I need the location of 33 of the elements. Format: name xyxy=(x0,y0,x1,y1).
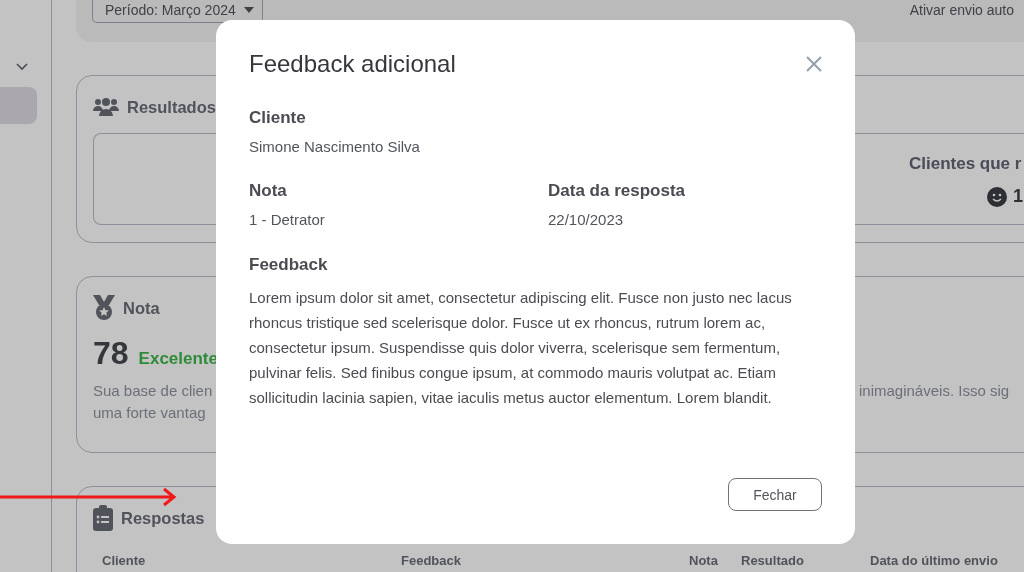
column-header: Feedback xyxy=(401,553,462,568)
metric-value: 1 xyxy=(1013,186,1023,207)
caret-icon xyxy=(243,7,254,13)
description-text: Sua base de clien xyxy=(93,382,213,399)
close-icon[interactable] xyxy=(806,56,822,72)
field-label: Feedback xyxy=(249,255,329,275)
users-icon xyxy=(93,98,119,116)
feedback-text: Lorem ipsum dolor sit amet, consectetur adipiscing elit. Fusce non justo nec lacus rhoncus tristique sed scelerisque dolor. Fusce ut ex rhoncus, rutrum lorem ac, consectetur ipsum. Suspendisse quis dolor viverra, scelerisque sem fermentum, pulvinar felis. Sed finibus congue ipsum, at commodo mauris volutpat ac. Etiam sollicitudin lacinia sapien, vitae iaculis metus auctor elementum. Lorem blandit. xyxy=(249,288,793,408)
smiley-icon xyxy=(987,186,1007,207)
metric-label: Clientes que r xyxy=(909,154,1023,174)
card-title: Respostas xyxy=(121,508,205,528)
column-header: Data do último envio xyxy=(870,553,999,568)
field-label: Nota xyxy=(249,181,288,201)
clipboard-icon xyxy=(93,505,113,531)
column-header: Resultado xyxy=(741,553,805,568)
card-title: Nota xyxy=(123,298,160,318)
field-value: Simone Nascimento Silva xyxy=(249,138,421,155)
column-header: Nota xyxy=(689,553,719,568)
close-button[interactable]: Fechar xyxy=(728,478,822,511)
card-title: Resultados xyxy=(127,97,216,117)
score-rating: Excelente xyxy=(138,349,218,369)
field-value: 22/10/2023 xyxy=(548,211,625,228)
medal-icon xyxy=(93,295,115,321)
auto-send-label: Ativar envio auto xyxy=(909,1,1014,18)
description-text: inimagináveis. Isso sig xyxy=(859,382,1011,401)
score-value: 78 xyxy=(93,335,129,372)
field-value: 1 - Detrator xyxy=(249,211,326,228)
chevron-down-icon[interactable] xyxy=(16,63,28,71)
dialog-title: Feedback adicional xyxy=(249,50,456,78)
description-text: uma forte vantag xyxy=(93,404,207,421)
field-label: Cliente xyxy=(249,108,307,128)
column-header: Cliente xyxy=(102,553,147,568)
field-label: Data da resposta xyxy=(548,181,686,201)
